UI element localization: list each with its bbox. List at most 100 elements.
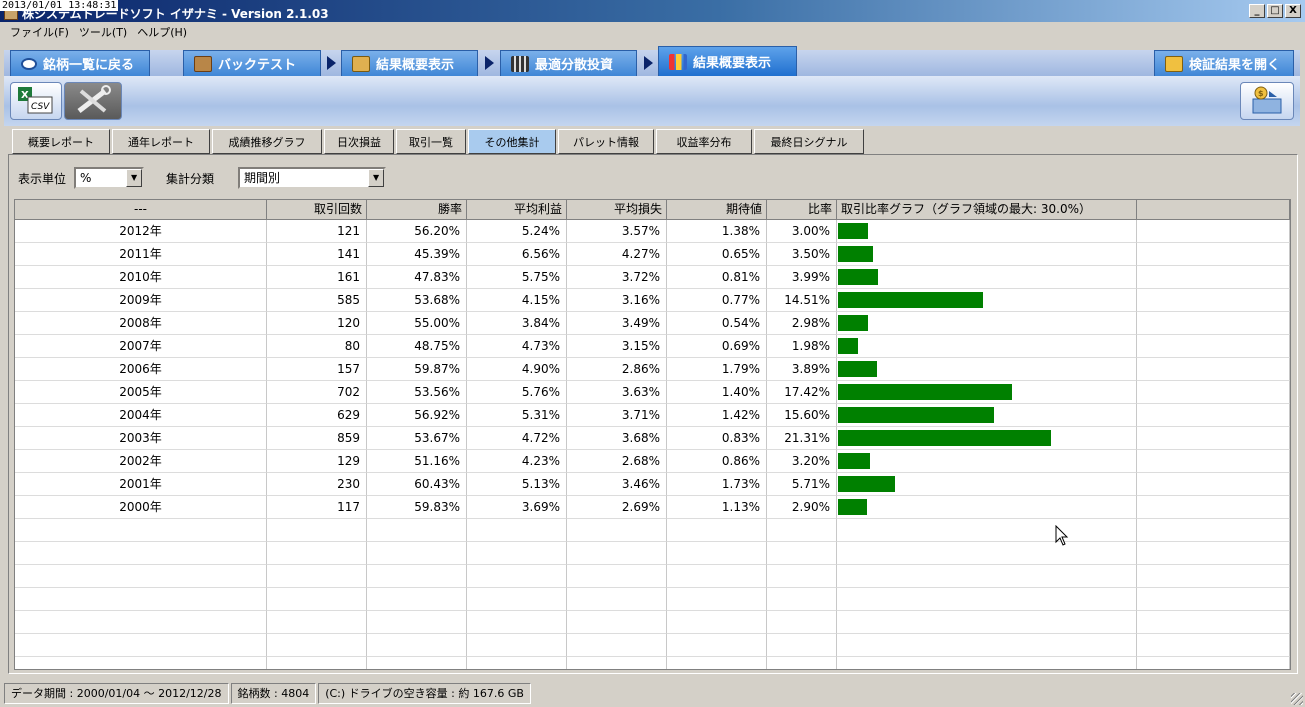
cell-empty [15, 611, 267, 634]
nav-tab-result-summary-active[interactable]: 結果概要表示 [658, 46, 797, 76]
cell-filler [1137, 243, 1290, 266]
cell-avg-loss: 3.72% [567, 266, 667, 289]
cell-avg-loss: 4.27% [567, 243, 667, 266]
tab-annual-report[interactable]: 通年レポート [112, 129, 210, 154]
tools-button[interactable] [64, 82, 122, 120]
cell-empty [667, 611, 767, 634]
tab-return-distribution[interactable]: 収益率分布 [656, 129, 752, 154]
column-header[interactable]: 取引比率グラフ（グラフ領域の最大: 30.0%） [837, 200, 1137, 220]
tab-trade-list[interactable]: 取引一覧 [396, 129, 466, 154]
eye-icon [21, 57, 37, 70]
report-tabs: 概要レポート 通年レポート 成績推移グラフ 日次損益 取引一覧 その他集計 パレ… [12, 129, 866, 155]
table-row[interactable]: 2005年 702 53.56% 5.76% 3.63% 1.40% 17.42% [15, 381, 1290, 404]
chevron-down-icon[interactable]: ▼ [368, 169, 385, 187]
tab-overview-report[interactable]: 概要レポート [12, 129, 110, 154]
cell-filler [1137, 335, 1290, 358]
cell-trades: 129 [267, 450, 367, 473]
filter-row: 表示単位 % ▼ 集計分類 期間別 ▼ [18, 166, 387, 190]
status-bar: データ期間 : 2000/01/04 〜 2012/12/28 銘柄数 : 48… [0, 680, 1305, 707]
cell-expected: 0.83% [667, 427, 767, 450]
status-data-period: データ期間 : 2000/01/04 〜 2012/12/28 [4, 683, 229, 704]
table-row[interactable]: 2010年 161 47.83% 5.75% 3.72% 0.81% 3.99% [15, 266, 1290, 289]
maximize-button[interactable]: □ [1267, 4, 1283, 18]
cell-empty [367, 542, 467, 565]
menu-file[interactable]: ファイル(F) [6, 22, 75, 40]
table-row[interactable]: 2006年 157 59.87% 4.90% 2.86% 1.79% 3.89% [15, 358, 1290, 381]
mouse-pointer-icon [1055, 525, 1069, 546]
svg-text:CSV: CSV [31, 102, 50, 112]
column-header[interactable]: 勝率 [367, 200, 467, 220]
chevron-down-icon[interactable]: ▼ [126, 169, 143, 187]
cell-empty [667, 542, 767, 565]
arrow-right-icon [327, 56, 336, 70]
export-csv-button[interactable]: X CSV [10, 82, 62, 120]
table-row[interactable]: 2012年 121 56.20% 5.24% 3.57% 1.38% 3.00% [15, 220, 1290, 243]
table-row[interactable]: 2009年 585 53.68% 4.15% 3.16% 0.77% 14.51% [15, 289, 1290, 312]
table-row[interactable]: 2001年 230 60.43% 5.13% 3.46% 1.73% 5.71% [15, 473, 1290, 496]
table-row[interactable]: 2011年 141 45.39% 6.56% 4.27% 0.65% 3.50% [15, 243, 1290, 266]
cell-trades: 120 [267, 312, 367, 335]
cell-ratio: 3.50% [767, 243, 837, 266]
column-header[interactable]: 期待値 [667, 200, 767, 220]
cell-expected: 0.69% [667, 335, 767, 358]
cell-empty [1137, 542, 1290, 565]
nav-tab-backtest[interactable]: バックテスト [183, 50, 321, 76]
cell-avg-loss: 3.46% [567, 473, 667, 496]
cell-empty [767, 588, 837, 611]
unit-select[interactable]: % ▼ [74, 167, 145, 189]
open-results-button[interactable]: 検証結果を開く [1154, 50, 1294, 76]
table-row[interactable]: 2000年 117 59.83% 3.69% 2.69% 1.13% 2.90% [15, 496, 1290, 519]
cell-ratio-graph [837, 266, 1137, 289]
empty-row[interactable] [15, 657, 1290, 669]
cash-register-button[interactable]: $ [1240, 82, 1294, 120]
cell-empty [15, 588, 267, 611]
menu-help[interactable]: ヘルプ(H) [133, 22, 193, 40]
close-button[interactable]: X [1285, 4, 1301, 18]
category-select[interactable]: 期間別 ▼ [238, 167, 387, 189]
nav-tab-label: 銘柄一覧に戻る [43, 58, 135, 73]
empty-row[interactable] [15, 634, 1290, 657]
column-header[interactable]: --- [15, 200, 267, 220]
column-header[interactable]: 取引回数 [267, 200, 367, 220]
table-row[interactable]: 2002年 129 51.16% 4.23% 2.68% 0.86% 3.20% [15, 450, 1290, 473]
tab-daily-pnl[interactable]: 日次損益 [324, 129, 394, 154]
resize-grip-icon[interactable] [1291, 693, 1303, 705]
nav-tab-back-to-list[interactable]: 銘柄一覧に戻る [10, 50, 150, 76]
table-row[interactable]: 2003年 859 53.67% 4.72% 3.68% 0.83% 21.31% [15, 427, 1290, 450]
cell-ratio: 5.71% [767, 473, 837, 496]
column-header[interactable]: 比率 [767, 200, 837, 220]
column-header-filler[interactable] [1137, 200, 1290, 220]
cell-empty [367, 565, 467, 588]
empty-row[interactable] [15, 565, 1290, 588]
cell-empty [1137, 611, 1290, 634]
column-header[interactable]: 平均利益 [467, 200, 567, 220]
column-header[interactable]: 平均損失 [567, 200, 667, 220]
cell-avg-profit: 4.15% [467, 289, 567, 312]
ratio-bar [838, 430, 1051, 446]
nav-tab-optimal-diversification[interactable]: 最適分散投資 [500, 50, 637, 76]
tab-other-summary[interactable]: その他集計 [468, 129, 556, 154]
empty-row[interactable] [15, 519, 1290, 542]
nav-tab-result-summary[interactable]: 結果概要表示 [341, 50, 478, 76]
cell-period: 2001年 [15, 473, 267, 496]
cell-empty [1137, 634, 1290, 657]
menu-tools[interactable]: ツール(T) [75, 22, 133, 40]
table-row[interactable]: 2008年 120 55.00% 3.84% 3.49% 0.54% 2.98% [15, 312, 1290, 335]
table-row[interactable]: 2004年 629 56.92% 5.31% 3.71% 1.42% 15.60% [15, 404, 1290, 427]
empty-row[interactable] [15, 542, 1290, 565]
tab-last-day-signal[interactable]: 最終日シグナル [754, 129, 864, 154]
minimize-button[interactable]: _ [1249, 4, 1265, 18]
cell-trades: 161 [267, 266, 367, 289]
cell-ratio-graph [837, 427, 1137, 450]
arrow-right-icon [644, 56, 653, 70]
empty-row[interactable] [15, 611, 1290, 634]
nav-bar: 銘柄一覧に戻る バックテスト 結果概要表示 最適分散投資 結果概要表示 検証結果… [0, 40, 1305, 76]
nav-tab-label: 最適分散投資 [535, 58, 614, 73]
empty-row[interactable] [15, 588, 1290, 611]
open-results-label: 検証結果を開く [1189, 58, 1281, 73]
table-row[interactable]: 2007年 80 48.75% 4.73% 3.15% 0.69% 1.98% [15, 335, 1290, 358]
summary-table[interactable]: --- 取引回数 勝率 平均利益 平均損失 期待値 比率 取引比率グラフ（グラフ領域の最大: … [14, 199, 1291, 670]
tab-performance-graph[interactable]: 成績推移グラフ [212, 129, 322, 154]
cell-empty [567, 542, 667, 565]
tab-palette-info[interactable]: パレット情報 [558, 129, 654, 154]
